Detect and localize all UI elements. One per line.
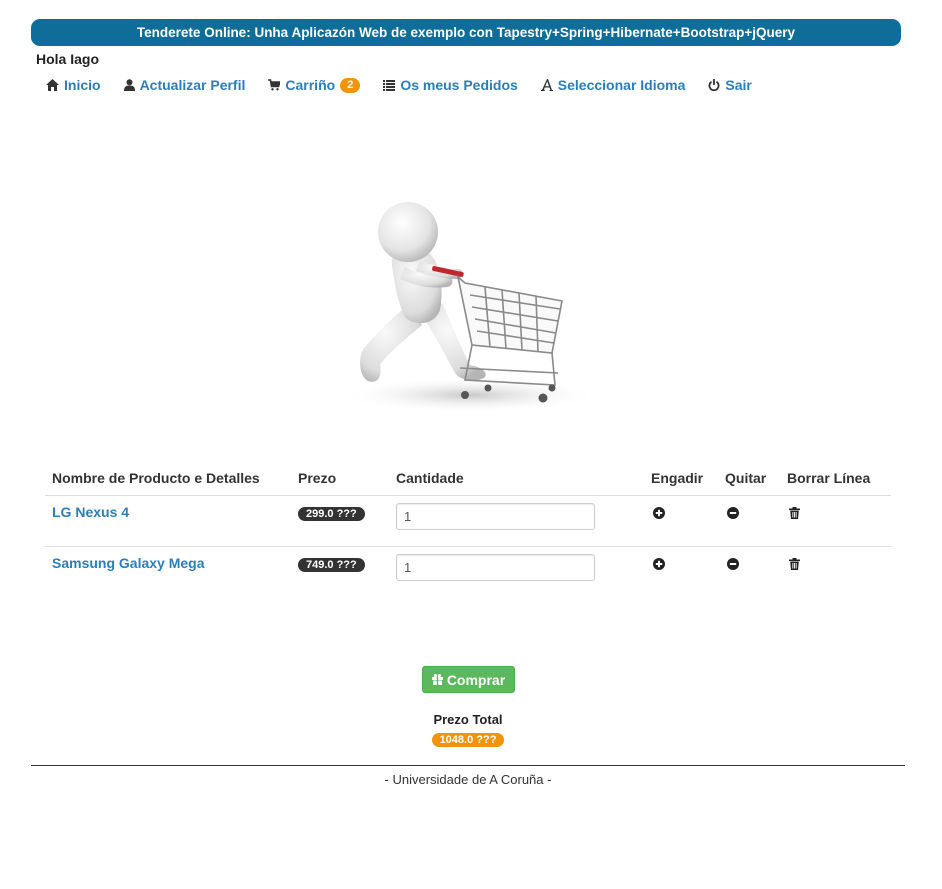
nav-logout-label: Sair (725, 77, 752, 93)
nav-cart-label: Carriño (285, 77, 336, 93)
nav-language[interactable]: Seleccionar Idioma (540, 77, 686, 93)
nav-orders-label: Os meus Pedidos (400, 77, 518, 93)
buy-button-label: Comprar (446, 671, 506, 688)
minus-circle-icon[interactable] (727, 557, 739, 573)
table-row: Samsung Galaxy Mega 749.0 ??? (45, 546, 891, 597)
nav-profile[interactable]: Actualizar Perfil (123, 77, 246, 93)
plus-circle-icon[interactable] (653, 557, 665, 573)
product-link[interactable]: Samsung Galaxy Mega (52, 555, 205, 571)
col-quantity-header: Cantidade (389, 460, 644, 496)
nav-orders[interactable]: Os meus Pedidos (383, 77, 518, 93)
user-icon (123, 79, 135, 91)
shopping-cart-illustration (340, 202, 600, 413)
footer-text: - Universidade de A Coruña - (384, 772, 552, 787)
cart-table: Nombre de Producto e Detalles Prezo Cant… (45, 460, 891, 597)
plus-circle-icon[interactable] (653, 506, 665, 522)
add-cell (644, 546, 718, 597)
table-row: LG Nexus 4 299.0 ??? (45, 495, 891, 547)
total-price-badge: 1048.0 ??? (431, 733, 505, 747)
buy-button[interactable]: Comprar (422, 666, 515, 693)
nav-cart[interactable]: Carriño 2 (268, 77, 361, 93)
remove-cell (718, 495, 780, 547)
cart-table-header: Nombre de Producto e Detalles Prezo Cant… (45, 460, 891, 496)
price-cell: 299.0 ??? (291, 495, 389, 547)
footer-divider (31, 765, 905, 766)
col-delete-header: Borrar Línea (780, 460, 891, 496)
quantity-input[interactable] (396, 553, 595, 581)
font-icon (540, 79, 553, 91)
nav-language-label: Seleccionar Idioma (557, 77, 686, 93)
add-cell (644, 495, 718, 547)
quantity-cell (389, 495, 644, 547)
trash-icon[interactable] (789, 506, 800, 522)
price-badge: 299.0 ??? (298, 506, 365, 521)
product-cell: LG Nexus 4 (45, 495, 291, 547)
col-price-header: Prezo (291, 460, 389, 496)
cart-count-badge: 2 (340, 77, 361, 93)
power-icon (708, 79, 720, 91)
delete-cell (780, 495, 891, 547)
quantity-input[interactable] (396, 502, 595, 530)
price-badge: 749.0 ??? (298, 557, 365, 572)
nav-logout[interactable]: Sair (708, 77, 752, 93)
delete-cell (780, 546, 891, 597)
user-greeting: Hola Iago (36, 51, 100, 67)
price-cell: 749.0 ??? (291, 546, 389, 597)
minus-circle-icon[interactable] (727, 506, 739, 522)
product-link[interactable]: LG Nexus 4 (52, 504, 129, 520)
total-price-wrap: 1048.0 ??? (0, 730, 936, 748)
trash-icon[interactable] (789, 557, 800, 573)
nav-profile-label: Actualizar Perfil (139, 77, 246, 93)
app-title-banner: Tenderete Online: Unha Aplicazón Web de … (31, 19, 901, 46)
nav-home-label: Inicio (64, 77, 101, 93)
col-product-header: Nombre de Producto e Detalles (45, 460, 291, 496)
total-price-label: Prezo Total (433, 712, 503, 727)
quantity-cell (389, 546, 644, 597)
remove-cell (718, 546, 780, 597)
main-nav: Inicio Actualizar Perfil Carriño 2 Os me… (46, 75, 775, 95)
gift-icon (431, 674, 443, 685)
nav-home[interactable]: Inicio (46, 77, 101, 93)
col-add-header: Engadir (644, 460, 718, 496)
home-icon (46, 79, 59, 91)
cart-icon (268, 79, 281, 91)
list-icon (383, 79, 396, 91)
col-remove-header: Quitar (718, 460, 780, 496)
product-cell: Samsung Galaxy Mega (45, 546, 291, 597)
